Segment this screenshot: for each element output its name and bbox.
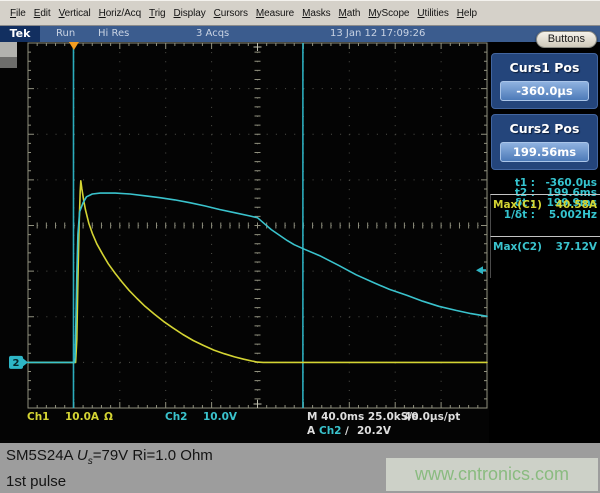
menu-help[interactable]: Help	[453, 5, 481, 22]
cursor2-value[interactable]: 199.56ms	[500, 142, 589, 162]
svg-text:2: 2	[13, 358, 20, 369]
trigger-type: A	[307, 425, 315, 437]
cursor2-position-control[interactable]: Curs2 Pos 199.56ms	[491, 114, 598, 170]
measurement-max-c2: Max(C2) 37.12V	[490, 236, 600, 278]
menu-measure[interactable]: Measure	[252, 5, 298, 22]
caption-bar: SM5S24A Us=79V Ri=1.0 Ohm 1st pulse www.…	[0, 443, 600, 493]
ch1-coupling: Ω	[104, 411, 113, 423]
trigger-slope-icon: ∕	[345, 425, 349, 437]
watermark: www.cntronics.com	[386, 458, 598, 491]
cursor1-position-control[interactable]: Curs1 Pos -360.0µs	[491, 53, 598, 109]
trigger-source: Ch2	[319, 425, 342, 437]
device-name: SM5S24A	[6, 447, 73, 464]
menu-vertical[interactable]: Vertical	[55, 5, 95, 22]
menu-horiz-acq[interactable]: Horiz/Acq	[95, 5, 145, 22]
max-c2-value: 37.12V	[556, 241, 597, 278]
max-c2-label: Max(C2)	[493, 241, 542, 278]
menu-myscope[interactable]: MyScope	[364, 5, 413, 22]
menu-trig[interactable]: Trig	[145, 5, 169, 22]
max-c1-label: Max(C1)	[493, 199, 542, 236]
caption-variable: Us	[77, 447, 93, 464]
status-bar: Tek Run Hi Res 3 Acqs 13 Jan 12 17:09:26	[0, 26, 600, 42]
scope-screen: 2 Ch1 10.0A Ω Ch2 10.0V M 40.0ms 25.0kS/…	[0, 42, 600, 443]
ch1-scale[interactable]: 10.0A	[65, 411, 99, 423]
menu-utilities[interactable]: Utilities	[413, 5, 452, 22]
trigger-level: 20.2V	[357, 425, 391, 437]
buttons-button[interactable]: Buttons	[536, 31, 597, 48]
caption-conditions: =79V Ri=1.0 Ohm	[93, 447, 213, 464]
resolution-readout: 40.0µs/pt	[404, 411, 460, 423]
menu-file[interactable]: File	[6, 5, 30, 22]
control-panel: Curs1 Pos -360.0µs Curs2 Pos 199.56ms t1…	[489, 42, 600, 443]
waveform-display: 2	[0, 42, 488, 412]
acquisition-mode: Hi Res	[98, 26, 129, 42]
menu-display[interactable]: Display	[170, 5, 210, 22]
measurement-max-c1: Max(C1) 40.58A	[490, 194, 600, 236]
menu-edit[interactable]: Edit	[30, 5, 55, 22]
acquisition-count: 3 Acqs	[196, 26, 229, 42]
ch2-scale[interactable]: 10.0V	[203, 411, 237, 423]
datetime: 13 Jan 12 17:09:26	[330, 26, 425, 42]
timebase-readout: M 40.0ms 25.0kS/s	[307, 411, 418, 423]
menu-math[interactable]: Math	[335, 5, 365, 22]
oscilloscope-app: File Edit Vertical Horiz/Acq Trig Displa…	[0, 0, 600, 493]
cursor2-title: Curs2 Pos	[495, 121, 594, 136]
max-c1-value: 40.58A	[556, 199, 597, 236]
tek-logo: Tek	[0, 26, 40, 42]
cursor1-value[interactable]: -360.0µs	[500, 81, 589, 101]
run-status: Run	[56, 26, 75, 42]
menu-masks[interactable]: Masks	[298, 5, 334, 22]
menu-cursors[interactable]: Cursors	[210, 5, 252, 22]
menu-bar: File Edit Vertical Horiz/Acq Trig Displa…	[0, 0, 600, 26]
ch1-label[interactable]: Ch1	[27, 411, 50, 423]
ch2-label[interactable]: Ch2	[165, 411, 188, 423]
cursor1-title: Curs1 Pos	[495, 60, 594, 75]
